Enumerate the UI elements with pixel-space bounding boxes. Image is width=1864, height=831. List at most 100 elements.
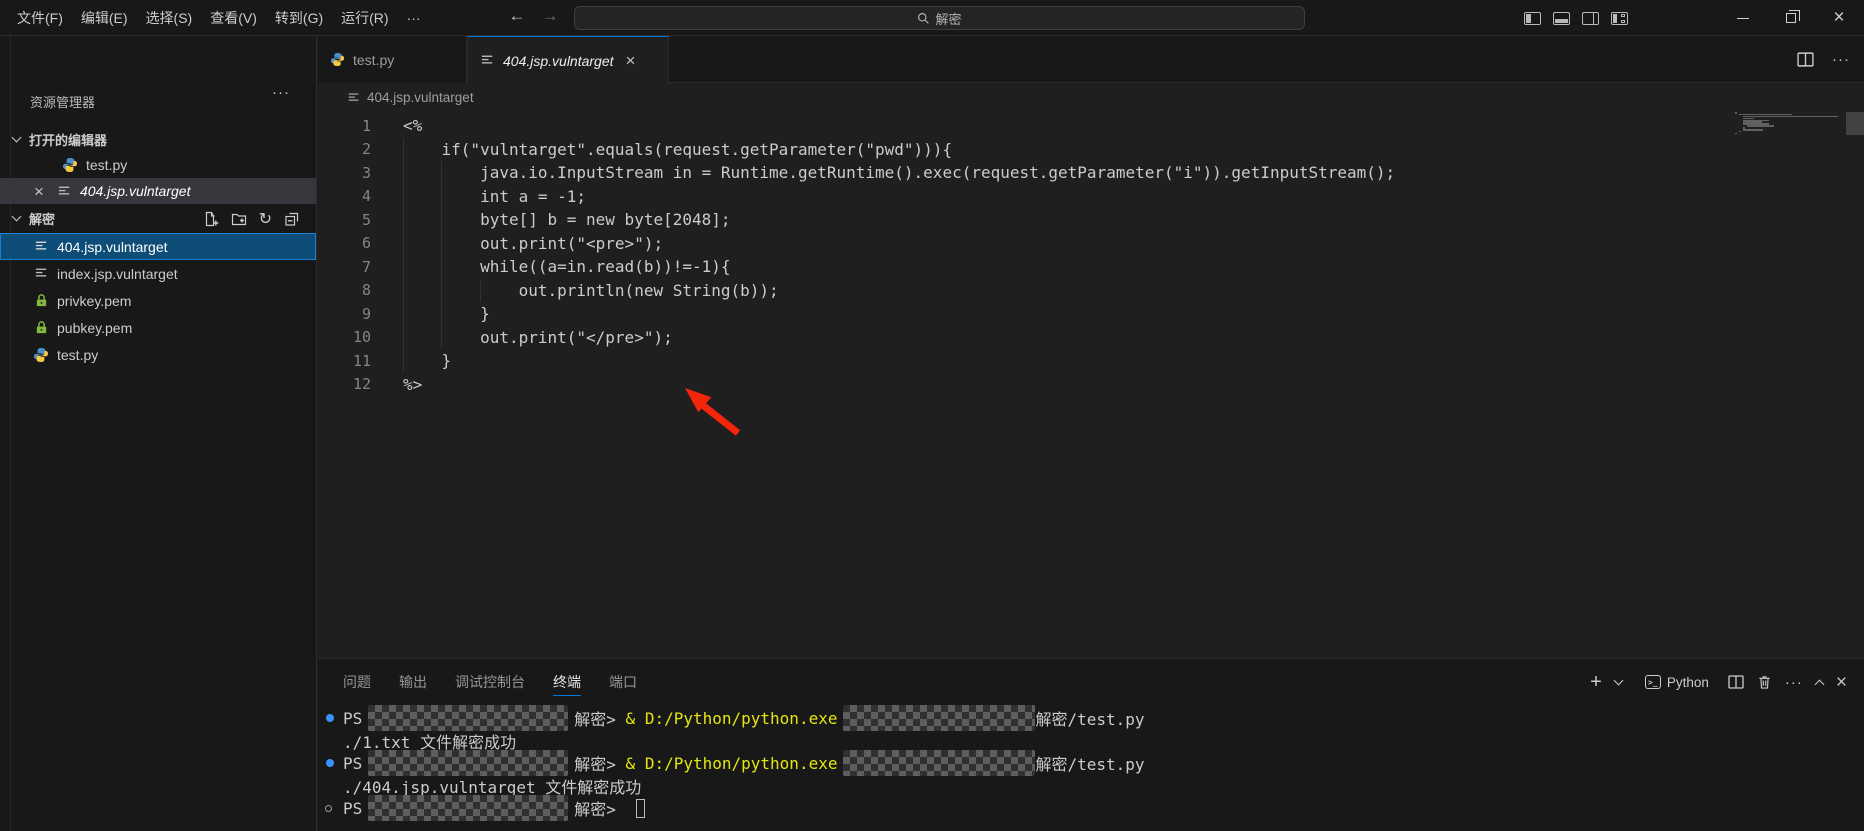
editor-actions: ··· [1797, 36, 1850, 83]
menu-edit[interactable]: 编辑(E) [72, 5, 137, 31]
menu-select[interactable]: 选择(S) [137, 5, 202, 31]
customize-layout-icon[interactable] [1611, 11, 1628, 25]
explorer-more-icon[interactable]: ··· [272, 84, 290, 101]
refresh-icon[interactable]: ↻ [259, 209, 272, 229]
file-name: 404.jsp.vulntarget [57, 238, 168, 255]
open-editors-header[interactable]: 打开的编辑器 [0, 126, 316, 152]
file-icon [35, 241, 47, 250]
terminal-text: 解密> [574, 710, 626, 730]
explorer-actions: ↻ [203, 205, 300, 232]
open-editor-item-404jsp[interactable]: × 404.jsp.vulntarget [0, 178, 316, 204]
file-icon [481, 55, 493, 64]
terminal-prompt-line: PS 解密> [318, 795, 1864, 822]
tree-item-404jsp[interactable]: 404.jsp.vulntarget [0, 233, 316, 260]
open-editors-label: 打开的编辑器 [29, 132, 108, 148]
close-tab-icon[interactable]: × [626, 52, 636, 69]
terminal-output[interactable]: PS 解密> & D:/Python/python.exe 解密/test.py… [318, 705, 1864, 831]
panel-tab-terminal[interactable]: 终端 [553, 659, 581, 705]
code-line: 2 if("vulntarget".equals(request.getPara… [361, 139, 953, 159]
menu-goto[interactable]: 转到(G) [266, 5, 332, 31]
collapse-folders-icon[interactable] [284, 211, 300, 227]
terminal-cursor [635, 798, 645, 818]
open-editor-item-testpy[interactable]: test.py [0, 152, 316, 178]
terminal-text: PS [343, 708, 363, 728]
menu-view[interactable]: 查看(V) [201, 5, 266, 31]
command-decoration-dot[interactable] [326, 714, 334, 723]
terminal-output-line: ./404.jsp.vulntarget 文件解密成功 [318, 775, 1864, 798]
file-icon [348, 92, 359, 101]
close-window-button[interactable]: × [1824, 0, 1854, 36]
folder-section-header[interactable]: 解密 ↻ [0, 205, 316, 232]
restore-button[interactable] [1776, 0, 1806, 36]
panel-tab-bar: 问题 输出 调试控制台 终端 端口 [343, 659, 637, 705]
forward-arrow-icon[interactable]: → [538, 6, 562, 26]
minimize-button[interactable] [1728, 0, 1758, 36]
toggle-sidebar-icon[interactable] [1524, 11, 1541, 25]
toggle-panel-icon[interactable] [1553, 11, 1570, 25]
minimap[interactable] [1735, 112, 1841, 135]
menu-run[interactable]: 运行(R) [332, 5, 397, 31]
panel-tab-debug-console[interactable]: 调试控制台 [455, 659, 525, 705]
code-line: 8 out.println(new String(b)); [361, 280, 779, 300]
terminal-command-line: PS 解密> & D:/Python/python.exe 解密/test.py [318, 750, 1864, 777]
panel-tab-output[interactable]: 输出 [399, 659, 427, 705]
panel-tab-problems[interactable]: 问题 [343, 659, 371, 705]
menu-more-icon[interactable]: ··· [398, 5, 430, 31]
file-name: privkey.pem [57, 292, 132, 309]
python-icon [63, 158, 77, 172]
close-panel-icon[interactable]: × [1836, 673, 1847, 692]
tree-item-indexjsp[interactable]: index.jsp.vulntarget [0, 260, 316, 287]
code-line: 3 java.io.InputStream in = Runtime.getRu… [361, 163, 1396, 183]
back-arrow-icon[interactable]: ← [505, 6, 529, 26]
split-editor-icon[interactable] [1797, 52, 1814, 67]
code-editor[interactable]: 1 <% 2 if("vulntarget".equals(request.get… [318, 112, 1864, 658]
tab-404jsp[interactable]: 404.jsp.vulntarget × [467, 36, 669, 84]
new-terminal-icon[interactable]: + [1590, 671, 1602, 694]
menu-bar: 文件(F) 编辑(E) 选择(S) 查看(V) 转到(G) 运行(R) ··· [8, 0, 430, 36]
menu-file[interactable]: 文件(F) [8, 5, 72, 31]
terminal-operator: & [625, 753, 645, 773]
command-center-search[interactable]: 解密 [574, 6, 1305, 30]
file-name: test.py [86, 157, 128, 173]
close-editor-icon[interactable]: × [34, 183, 44, 200]
split-terminal-icon[interactable] [1728, 675, 1744, 689]
folder-name-label: 解密 [29, 212, 56, 227]
editor-more-icon[interactable]: ··· [1832, 51, 1850, 68]
new-folder-icon[interactable] [231, 211, 247, 227]
terminal-argument: 解密/test.py [1035, 710, 1145, 730]
breadcrumb[interactable]: 404.jsp.vulntarget [318, 83, 1864, 112]
code-line: 1 <% [361, 116, 423, 136]
maximize-panel-icon[interactable] [1814, 679, 1825, 689]
breadcrumb-filename: 404.jsp.vulntarget [367, 90, 474, 105]
toggle-secondary-sidebar-icon[interactable] [1582, 11, 1599, 25]
kill-terminal-trash-icon[interactable] [1757, 674, 1772, 690]
tree-item-privkey[interactable]: privkey.pem [0, 287, 316, 314]
panel-tab-ports[interactable]: 端口 [609, 659, 637, 705]
code-line: 7 while((a=in.read(b))!=-1){ [361, 257, 731, 277]
terminal-command-line: PS 解密> & D:/Python/python.exe 解密/test.py [318, 705, 1864, 732]
python-icon [34, 347, 48, 362]
new-file-icon[interactable] [203, 211, 219, 227]
panel-more-icon[interactable]: ··· [1785, 674, 1803, 691]
minimap-slider[interactable] [1846, 112, 1864, 135]
code-line: 11 } [352, 351, 452, 371]
code-line: 9 } [361, 304, 490, 324]
terminal-instance-python[interactable]: >_ Python [1644, 675, 1709, 690]
tree-item-testpy[interactable]: test.py [0, 341, 316, 368]
redacted-path [368, 705, 569, 732]
editor-tab-bar: test.py 404.jsp.vulntarget × ··· [318, 36, 1864, 84]
file-name: 404.jsp.vulntarget [79, 183, 191, 199]
redacted-path [368, 795, 569, 822]
tab-testpy[interactable]: test.py [318, 36, 467, 83]
terminal-text: 解密> [574, 755, 626, 775]
python-icon [330, 52, 345, 67]
terminal-command: D:/Python/python.exe [644, 753, 838, 773]
terminal-dropdown-icon[interactable] [1613, 675, 1624, 685]
terminal-text: ./404.jsp.vulntarget 文件解密成功 [343, 777, 642, 797]
terminal-command: D:/Python/python.exe [644, 708, 838, 728]
tree-item-pubkey[interactable]: pubkey.pem [0, 314, 316, 341]
command-decoration-dot[interactable] [326, 759, 334, 768]
chevron-down-icon [11, 211, 22, 222]
file-icon [35, 268, 47, 277]
title-bar: 文件(F) 编辑(E) 选择(S) 查看(V) 转到(G) 运行(R) ··· … [0, 0, 1864, 36]
